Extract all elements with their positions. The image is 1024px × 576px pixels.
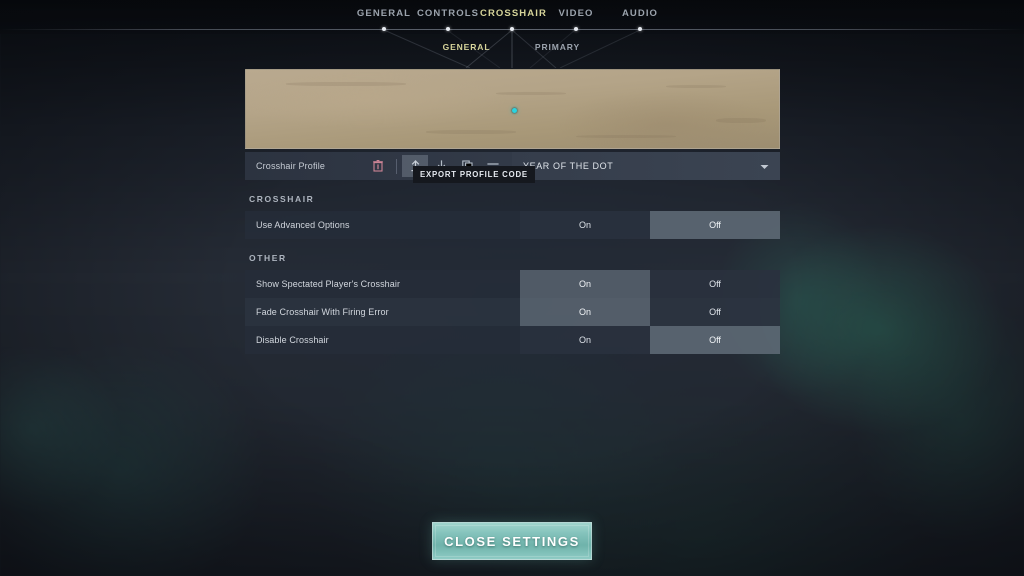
nav-tab-audio[interactable]: AUDIO [608, 8, 672, 19]
close-settings-label: CLOSE SETTINGS [444, 533, 580, 549]
crosshair-preview [245, 69, 780, 149]
setting-row-disable-crosshair: Disable Crosshair On Off [245, 326, 780, 354]
main-nav: GENERAL CONTROLS CROSSHAIR VIDEO AUDIO [0, 0, 1024, 31]
delete-profile-icon[interactable] [365, 155, 391, 177]
section-heading-crosshair: CROSSHAIR [249, 194, 315, 204]
setting-row-use-advanced-options: Use Advanced Options On Off [245, 211, 780, 239]
setting-label: Use Advanced Options [256, 220, 350, 230]
nav-tab-video[interactable]: VIDEO [544, 8, 608, 19]
nav-dot-video [638, 26, 642, 31]
setting-row-fade-crosshair-firing-error: Fade Crosshair With Firing Error On Off [245, 298, 780, 326]
other-settings-group: Show Spectated Player's Crosshair On Off… [245, 270, 780, 354]
export-profile-code-tooltip: EXPORT PROFILE CODE [413, 166, 535, 183]
section-heading-other: OTHER [249, 253, 287, 263]
toggle-on-fade-crosshair-firing-error[interactable]: On [520, 298, 650, 326]
toggle-off-disable-crosshair[interactable]: Off [650, 326, 780, 354]
crosshair-profile-bar: Crosshair Profile YEAR OF THE DOT EXPORT… [245, 152, 780, 183]
toggle-on-show-spectated-crosshair[interactable]: On [520, 270, 650, 298]
nav-dot-crosshair [510, 26, 514, 31]
nav-dot-controls [446, 26, 450, 31]
setting-label: Disable Crosshair [256, 335, 329, 345]
nav-dot-general [382, 26, 386, 31]
setting-row-show-spectated-crosshair: Show Spectated Player's Crosshair On Off [245, 270, 780, 298]
crosshair-profile-label: Crosshair Profile [256, 161, 326, 171]
setting-label: Fade Crosshair With Firing Error [256, 307, 389, 317]
nav-tab-controls[interactable]: CONTROLS [416, 8, 480, 19]
nav-tab-crosshair[interactable]: CROSSHAIR [480, 8, 546, 19]
setting-label: Show Spectated Player's Crosshair [256, 279, 401, 289]
toggle-on-use-advanced-options[interactable]: On [520, 211, 650, 239]
crosshair-settings-group: Use Advanced Options On Off [245, 211, 780, 239]
crosshair-profile-value: YEAR OF THE DOT [523, 161, 614, 171]
toggle-off-use-advanced-options[interactable]: Off [650, 211, 780, 239]
subnav-tab-general[interactable]: GENERAL [421, 42, 512, 58]
toggle-off-show-spectated-crosshair[interactable]: Off [650, 270, 780, 298]
toggle-on-disable-crosshair[interactable]: On [520, 326, 650, 354]
close-settings-button[interactable]: CLOSE SETTINGS [432, 522, 592, 560]
sub-nav: GENERAL PRIMARY [0, 42, 1024, 58]
subnav-tab-primary[interactable]: PRIMARY [512, 42, 603, 58]
chevron-down-icon [760, 157, 769, 175]
profile-actions-divider [396, 158, 397, 174]
settings-panel: Crosshair Profile YEAR OF THE DOT EXPORT… [245, 69, 780, 354]
nav-tab-general[interactable]: GENERAL [352, 8, 416, 19]
crosshair-dot [512, 108, 517, 113]
crosshair-profile-dropdown[interactable]: YEAR OF THE DOT [512, 152, 780, 180]
toggle-off-fade-crosshair-firing-error[interactable]: Off [650, 298, 780, 326]
nav-dot-audio [574, 26, 578, 31]
